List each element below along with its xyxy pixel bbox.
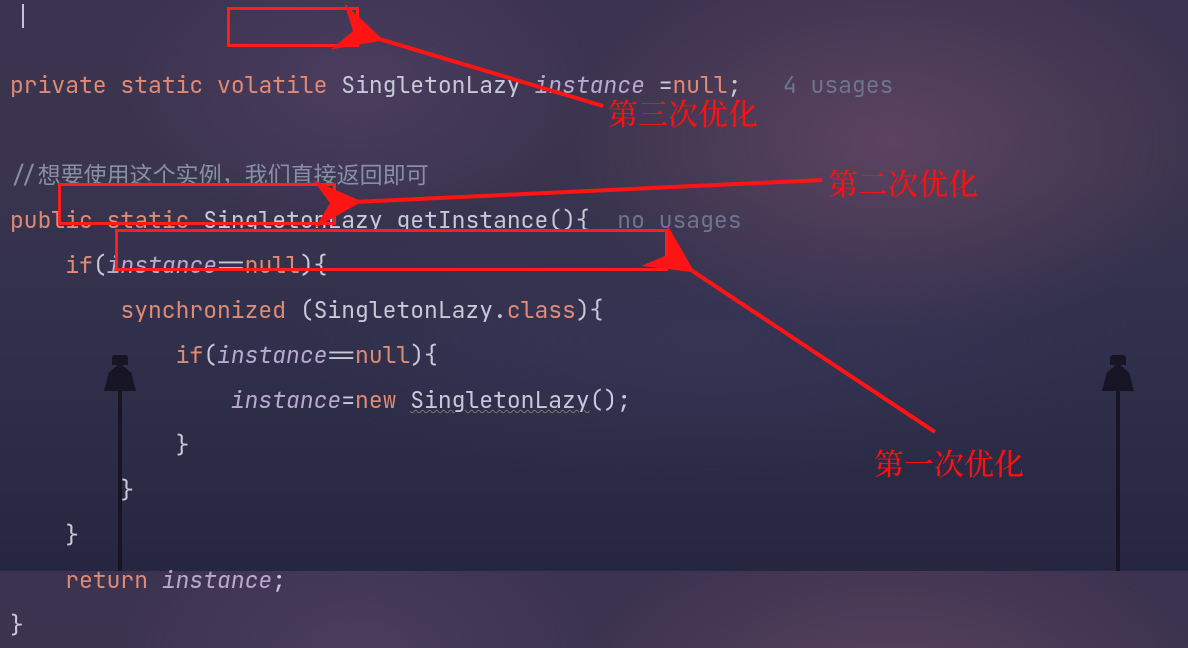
usage-hint[interactable]: no usages — [617, 205, 741, 235]
code-line-4: if(instance==null){ — [10, 250, 327, 280]
code-line-8: } — [10, 430, 189, 460]
code-comment: //想要使用这个实例，我们直接返回即可 — [10, 160, 429, 190]
keyword-static: static — [120, 70, 203, 100]
code-line-11: return instance; — [10, 565, 286, 595]
usage-hint[interactable]: 4 usages — [783, 70, 893, 100]
code-line-9: } — [10, 475, 134, 505]
code-line-10: } — [10, 520, 79, 550]
code-line-6: if(instance==null){ — [10, 340, 438, 370]
code-line-12: } — [10, 610, 24, 640]
keyword-private: private — [10, 70, 107, 100]
code-line-5: synchronized (SingletonLazy.class){ — [10, 295, 603, 325]
type-name: SingletonLazy — [341, 70, 520, 100]
code-editor[interactable]: private static volatile SingletonLazy in… — [0, 0, 1188, 571]
code-line-1: private static volatile SingletonLazy in… — [10, 70, 893, 100]
keyword-volatile: volatile — [217, 70, 327, 100]
code-line-3: public static SingletonLazy getInstance(… — [10, 205, 742, 235]
text-cursor — [22, 4, 24, 28]
field-name: instance — [534, 70, 644, 100]
method-name: getInstance — [396, 205, 548, 235]
code-line-7: instance=new SingletonLazy(); — [10, 385, 631, 415]
